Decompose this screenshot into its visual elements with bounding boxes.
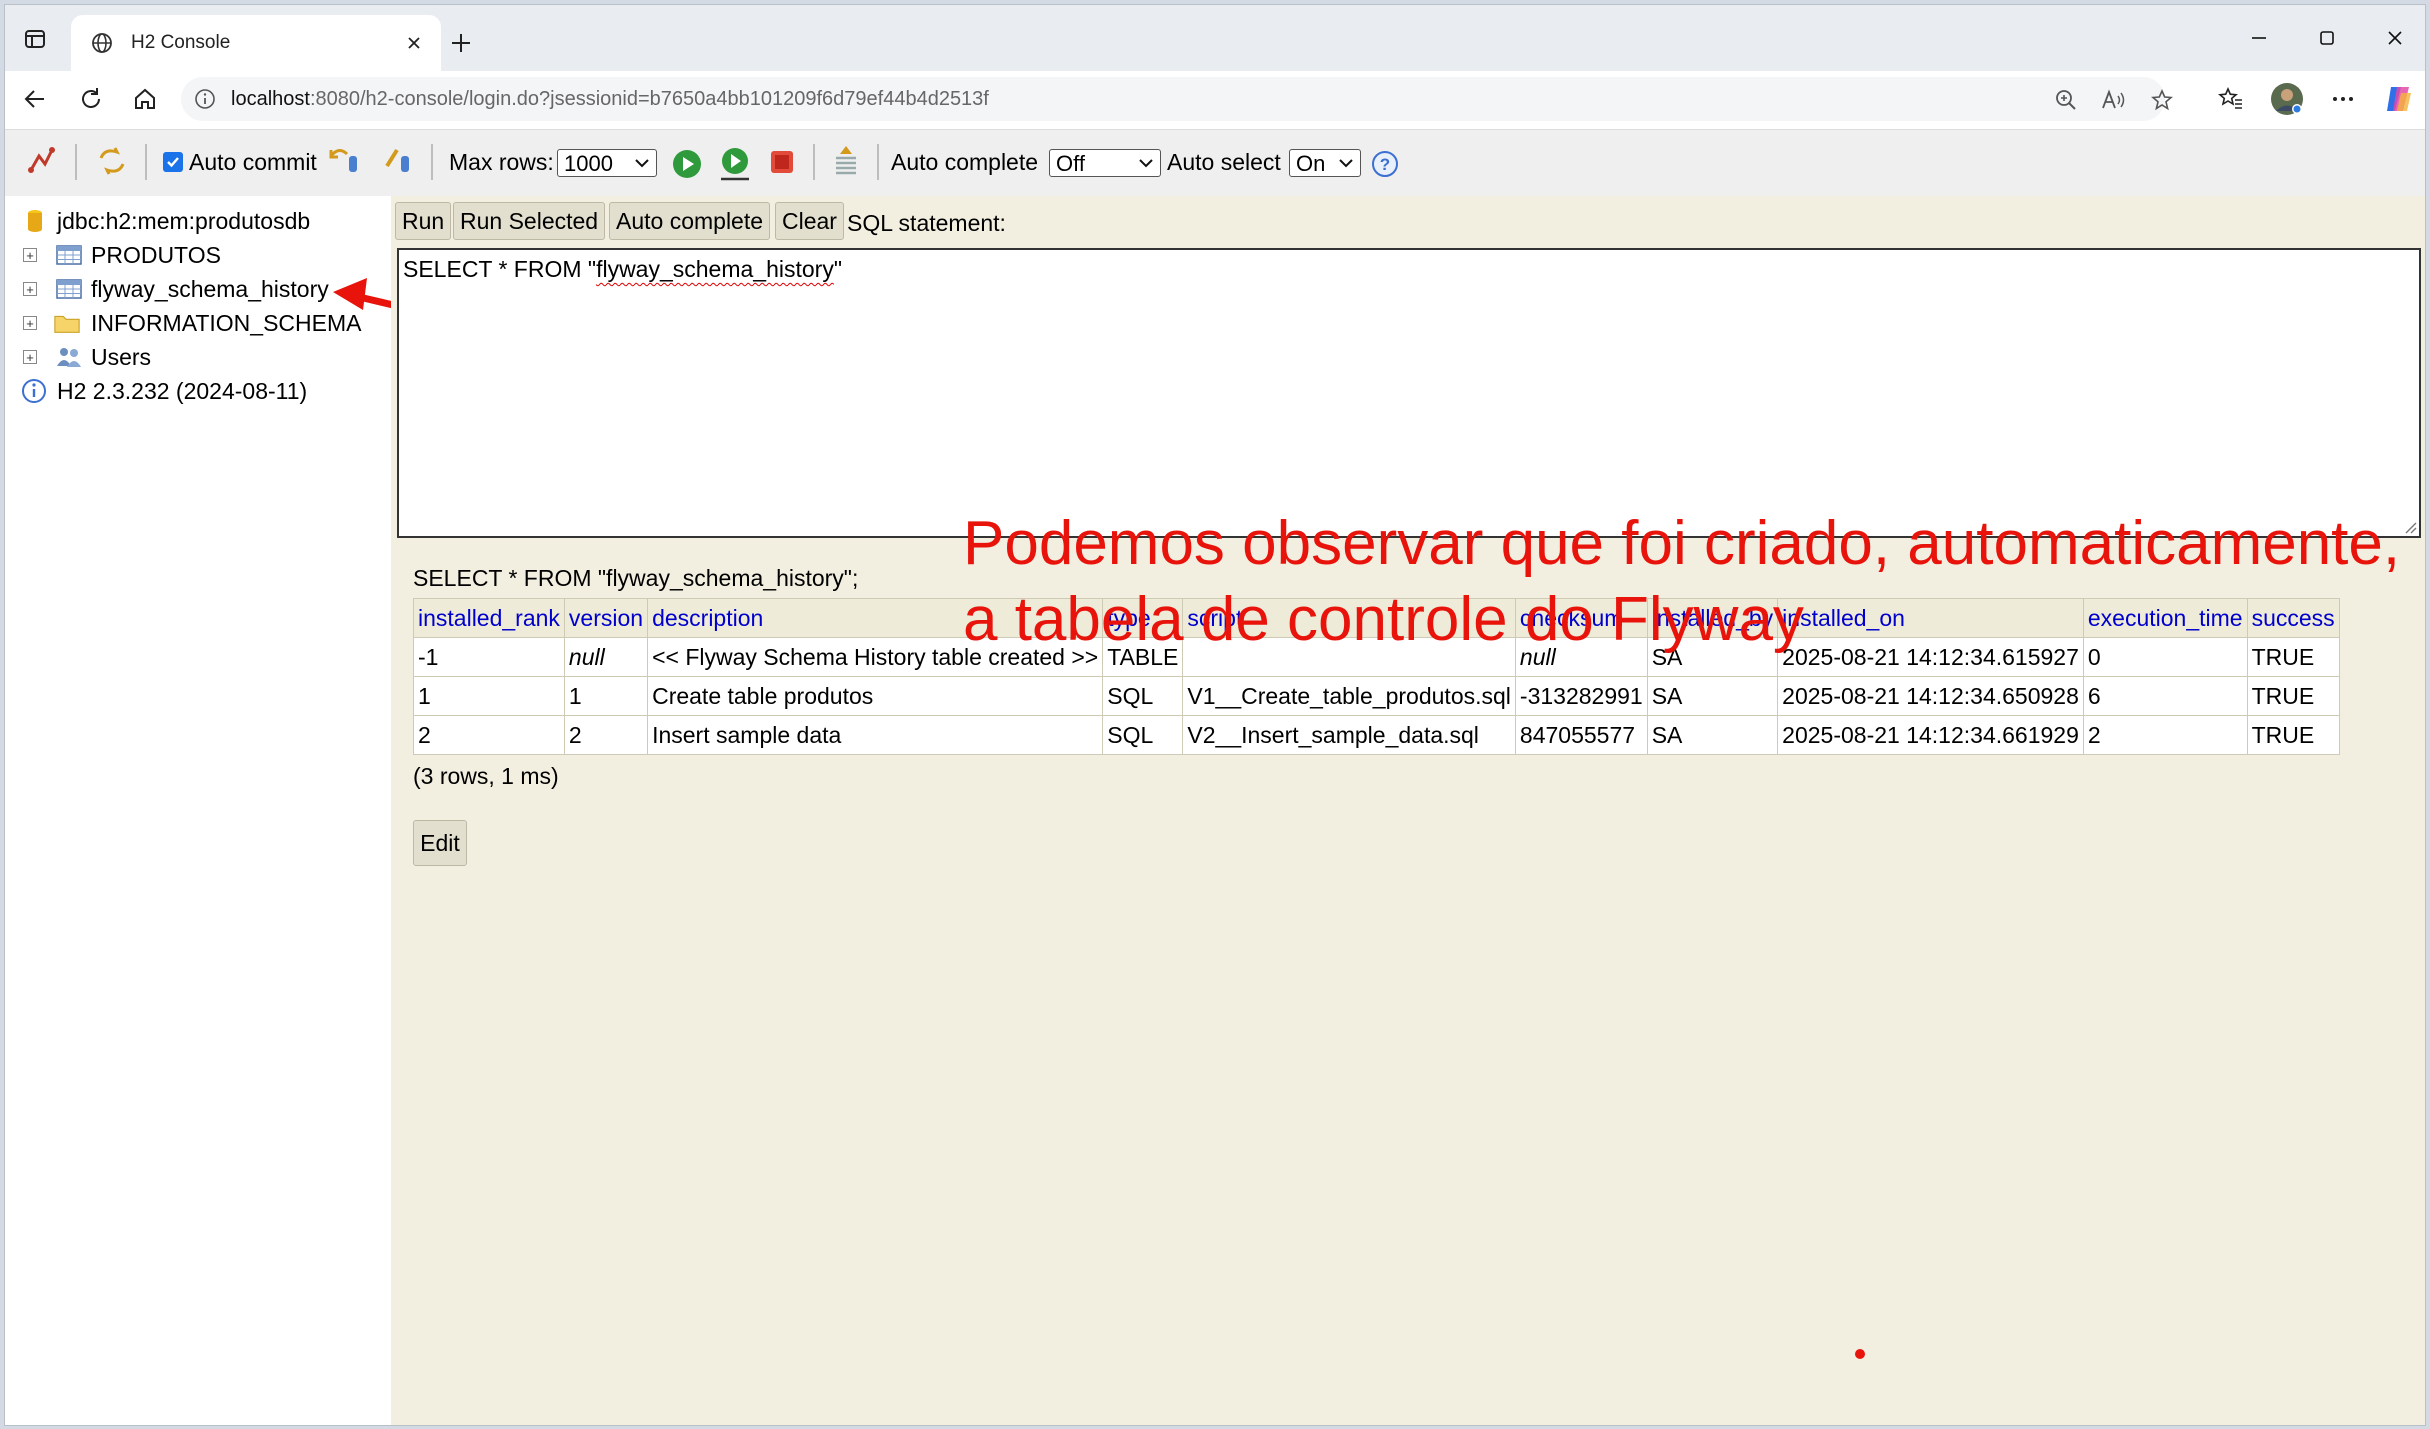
table-cell: TRUE — [2246, 676, 2340, 716]
sql-editor[interactable]: SELECT * FROM "flyway_schema_history" — [397, 248, 2421, 538]
max-rows-select[interactable]: 1000 — [557, 149, 657, 177]
sql-text: SELECT * FROM "flyway_schema_history" — [403, 256, 842, 282]
help-icon[interactable]: ? — [1371, 150, 1399, 184]
globe-icon — [87, 28, 117, 58]
close-tab-icon[interactable] — [399, 28, 429, 58]
close-window-icon[interactable] — [2363, 15, 2425, 61]
address-bar[interactable]: localhost:8080/h2-console/login.do?jsess… — [181, 77, 2173, 121]
auto-select-label: Auto select — [1167, 149, 1281, 175]
auto-commit-label: Auto commit — [189, 149, 317, 175]
table-cell: 2 — [413, 715, 565, 755]
disconnect-icon[interactable] — [25, 144, 57, 182]
svg-text:?: ? — [1380, 155, 1390, 174]
more-options-icon[interactable] — [2323, 79, 2363, 119]
table-cell: 847055577 — [1514, 715, 1648, 755]
title-bar: H2 Console — [5, 5, 2425, 71]
annotation-line: Podemos observar que foi criado, automat… — [963, 509, 2401, 578]
browser-tab[interactable]: H2 Console — [71, 15, 441, 71]
query-panel: Run Run Selected Auto complete Clear SQL… — [391, 196, 2425, 1425]
executed-sql: SELECT * FROM "flyway_schema_history"; — [413, 565, 859, 591]
table-cell: 2025-08-21 14:12:34.661929 — [1777, 715, 2084, 755]
annotation-arrow — [333, 278, 542, 344]
table-cell: null — [563, 637, 649, 677]
favorites-icon[interactable] — [2211, 79, 2251, 119]
auto-commit-checkbox[interactable] — [163, 152, 183, 172]
toolbar-divider — [75, 144, 77, 180]
favorite-star-icon[interactable] — [2147, 85, 2177, 115]
tab-actions-icon[interactable] — [19, 23, 51, 55]
resize-handle-icon[interactable] — [2403, 520, 2417, 534]
rollback-icon[interactable] — [327, 144, 361, 182]
table-cell: Create table produtos — [647, 676, 1104, 716]
column-header[interactable]: version — [563, 598, 649, 638]
clear-button[interactable]: Clear — [775, 202, 844, 240]
step-run-icon[interactable] — [717, 146, 753, 188]
table-cell: SA — [1646, 715, 1779, 755]
table-row: 2 2 Insert sample data SQL V2__Insert_sa… — [413, 715, 2340, 755]
navigation-bar: localhost:8080/h2-console/login.do?jsess… — [5, 71, 2425, 127]
tab-title: H2 Console — [131, 32, 231, 53]
auto-complete-select[interactable]: Off — [1049, 149, 1161, 177]
max-rows-label: Max rows: — [449, 149, 554, 175]
row-count: (3 rows, 1 ms) — [413, 763, 559, 789]
copilot-icon[interactable] — [2379, 79, 2419, 119]
table-cell: 2 — [2082, 715, 2248, 755]
browser-window: H2 Console localhost:8080/h2-console/log… — [4, 4, 2426, 1426]
toolbar-divider — [145, 144, 147, 180]
table-cell: 2025-08-21 14:12:34.650928 — [1777, 676, 2084, 716]
maximize-icon[interactable] — [2295, 15, 2359, 61]
run-selected-button[interactable]: Run Selected — [453, 202, 606, 240]
url-text: localhost:8080/h2-console/login.do?jsess… — [231, 88, 989, 110]
stop-icon[interactable] — [769, 149, 795, 181]
read-aloud-icon[interactable] — [2099, 85, 2129, 115]
sql-statement-label: SQL statement: — [847, 210, 1006, 236]
table-cell: SQL — [1102, 715, 1184, 755]
annotation-dot — [1855, 1349, 1865, 1359]
table-cell: SQL — [1102, 676, 1184, 716]
site-info-icon[interactable] — [193, 87, 217, 111]
edit-button[interactable]: Edit — [413, 820, 467, 866]
commit-icon[interactable] — [383, 144, 417, 182]
table-cell: 1 — [563, 676, 649, 716]
profile-avatar[interactable] — [2267, 79, 2307, 119]
back-icon[interactable] — [15, 79, 55, 119]
toolbar-divider — [431, 144, 433, 180]
auto-select-select[interactable]: On — [1289, 149, 1361, 177]
table-row: 1 1 Create table produtos SQL V1__Create… — [413, 676, 2340, 716]
schema-tree: jdbc:h2:mem:produtosdb + PRODUTOS + flyw… — [5, 196, 542, 1425]
auto-complete-label: Auto complete — [891, 149, 1039, 175]
table-cell: 6 — [2082, 676, 2248, 716]
table-cell: -313282991 — [1514, 676, 1648, 716]
refresh-tree-icon[interactable] — [95, 144, 129, 184]
minimize-icon[interactable] — [2227, 15, 2291, 61]
refresh-icon[interactable] — [71, 79, 111, 119]
home-icon[interactable] — [125, 79, 165, 119]
table-cell: 1 — [413, 676, 565, 716]
run-icon[interactable] — [671, 148, 703, 186]
run-button[interactable]: Run — [395, 202, 452, 240]
auto-complete-button[interactable]: Auto complete — [609, 202, 771, 240]
zoom-icon[interactable] — [2051, 85, 2081, 115]
history-icon[interactable] — [831, 144, 861, 186]
table-cell: V2__Insert_sample_data.sql — [1182, 715, 1516, 755]
annotation-text: Podemos observar que foi criado, automat… — [963, 506, 2400, 658]
toolbar-divider — [813, 144, 815, 180]
table-cell: -1 — [413, 637, 565, 677]
h2-toolbar: Auto commit Max rows: 1000 Auto complete — [5, 129, 2425, 197]
annotation-line: a tabela de controle do Flyway — [963, 585, 1804, 654]
table-cell: TRUE — [2246, 715, 2340, 755]
column-header[interactable]: installed_rank — [413, 598, 565, 638]
table-cell: 2 — [563, 715, 649, 755]
new-tab-icon[interactable] — [441, 23, 481, 63]
table-cell: V1__Create_table_produtos.sql — [1182, 676, 1516, 716]
toolbar-divider — [877, 144, 879, 180]
table-cell: Insert sample data — [647, 715, 1104, 755]
table-cell: SA — [1646, 676, 1779, 716]
